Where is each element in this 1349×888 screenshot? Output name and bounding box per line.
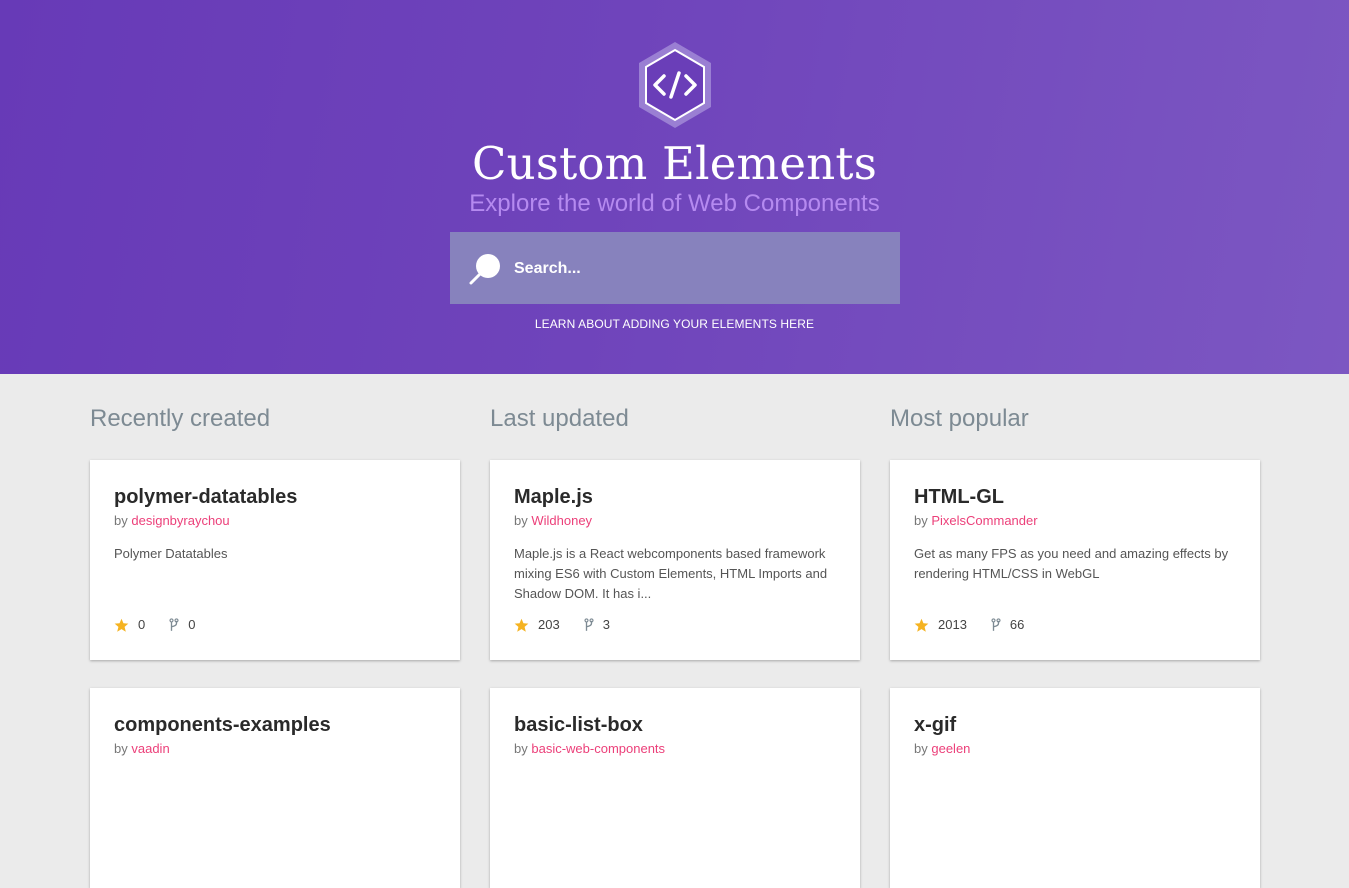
author-link[interactable]: Wildhoney [531, 513, 592, 528]
search-input[interactable] [512, 254, 882, 284]
fork-icon [169, 618, 179, 631]
stars-count: 2013 [938, 617, 967, 632]
forks-stat: 0 [169, 616, 195, 634]
card-description: Get as many FPS as you need and amazing … [914, 546, 1229, 581]
card-author-line: by geelen [914, 740, 1236, 758]
author-link[interactable]: vaadin [131, 741, 169, 756]
stars-count: 203 [538, 617, 560, 632]
column-most-popular: Most popular HTML-GL by PixelsCommander … [890, 400, 1260, 888]
card-author-line: by vaadin [114, 740, 436, 758]
card-author-line: by PixelsCommander [914, 512, 1236, 530]
star-icon [514, 618, 529, 632]
hero-header: Custom Elements Explore the world of Web… [0, 0, 1349, 374]
site-subtitle: Explore the world of Web Components [469, 190, 880, 217]
element-card[interactable]: Maple.js by Wildhoney Maple.js is a Reac… [490, 460, 860, 660]
column-last-updated: Last updated Maple.js by Wildhoney Maple… [490, 400, 860, 888]
code-hexagon-icon[interactable] [635, 40, 715, 130]
search-box[interactable] [450, 232, 900, 304]
by-label: by [514, 741, 528, 756]
author-link[interactable]: designbyraychou [131, 513, 229, 528]
stars-stat: 2013 [914, 616, 967, 634]
by-label: by [914, 741, 928, 756]
by-label: by [114, 513, 128, 528]
star-icon [114, 618, 129, 632]
card-title[interactable]: polymer-datatables [114, 484, 436, 510]
card-title[interactable]: x-gif [914, 712, 1236, 738]
column-recently-created: Recently created polymer-datatables by d… [90, 400, 460, 888]
forks-count: 3 [602, 617, 610, 632]
stars-stat: 0 [114, 616, 145, 634]
element-card[interactable]: x-gif by geelen [890, 688, 1260, 888]
stars-count: 0 [138, 617, 146, 632]
card-stats: 203 3 [514, 616, 634, 634]
forks-stat: 66 [991, 616, 1024, 634]
column-heading: Most popular [890, 405, 1029, 432]
forks-count: 66 [1009, 617, 1025, 632]
card-title[interactable]: HTML-GL [914, 484, 1236, 510]
element-card[interactable]: polymer-datatables by designbyraychou Po… [90, 460, 460, 660]
forks-count: 0 [188, 617, 196, 632]
author-link[interactable]: PixelsCommander [931, 513, 1037, 528]
card-title[interactable]: Maple.js [514, 484, 836, 510]
by-label: by [914, 513, 928, 528]
stars-stat: 203 [514, 616, 560, 634]
card-description: Polymer Datatables [114, 546, 228, 561]
forks-stat: 3 [584, 616, 610, 634]
site-title: Custom Elements [472, 137, 877, 190]
card-author-line: by basic-web-components [514, 740, 836, 758]
column-heading: Last updated [490, 405, 629, 432]
element-card[interactable]: basic-list-box by basic-web-components [490, 688, 860, 888]
card-author-line: by designbyraychou [114, 512, 436, 530]
card-description: Maple.js is a React webcomponents based … [514, 546, 828, 601]
author-link[interactable]: basic-web-components [531, 741, 665, 756]
search-icon [469, 254, 500, 285]
fork-icon [991, 618, 1001, 631]
author-link[interactable]: geelen [931, 741, 970, 756]
card-stats: 2013 66 [914, 616, 1048, 634]
element-card[interactable]: HTML-GL by PixelsCommander Get as many F… [890, 460, 1260, 660]
by-label: by [114, 741, 128, 756]
card-title[interactable]: basic-list-box [514, 712, 836, 738]
by-label: by [514, 513, 528, 528]
learn-about-adding-elements-link[interactable]: LEARN ABOUT ADDING YOUR ELEMENTS HERE [0, 316, 1349, 332]
card-author-line: by Wildhoney [514, 512, 836, 530]
element-card[interactable]: components-examples by vaadin [90, 688, 460, 888]
column-heading: Recently created [90, 405, 271, 432]
card-stats: 0 0 [114, 616, 219, 634]
card-title[interactable]: components-examples [114, 712, 436, 738]
fork-icon [584, 618, 594, 631]
star-icon [914, 618, 929, 632]
